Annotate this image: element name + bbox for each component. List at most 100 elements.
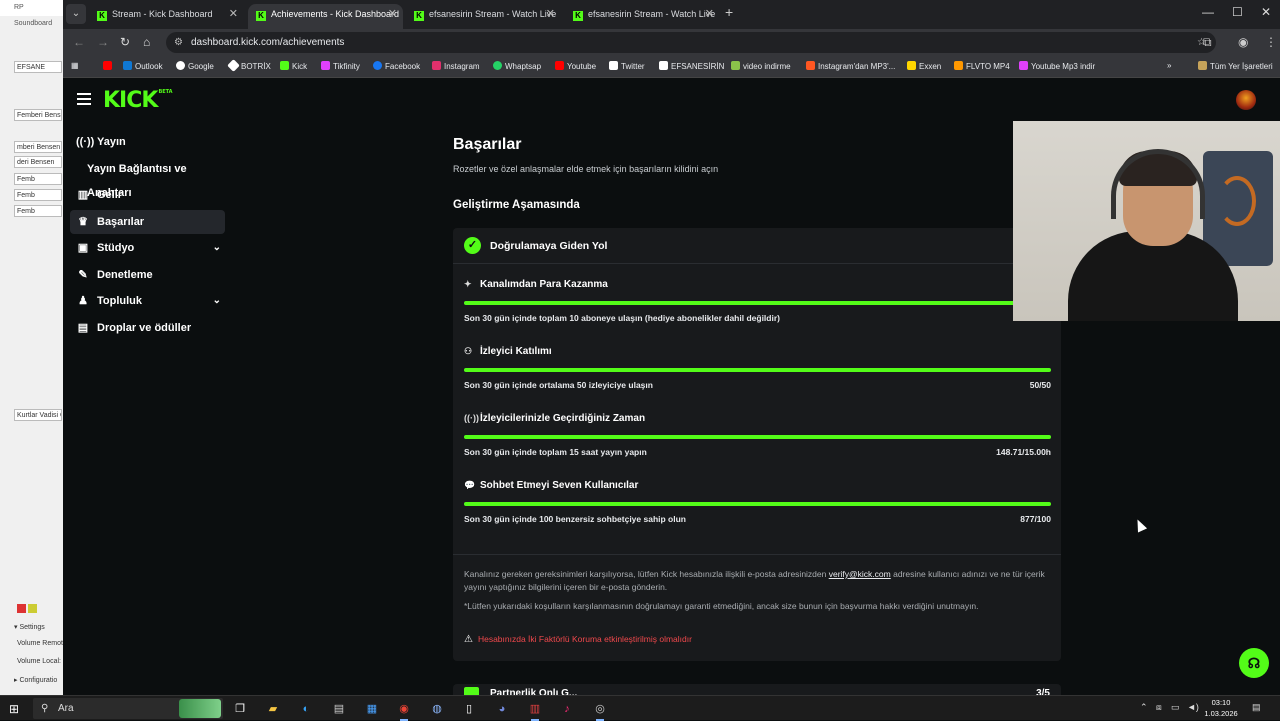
home-icon[interactable]: ⌂ xyxy=(143,35,150,49)
sidebar-item-denetleme[interactable]: ✎ Denetleme xyxy=(70,263,225,287)
edge-icon[interactable]: ◐ xyxy=(297,700,315,718)
avatar[interactable] xyxy=(1236,90,1256,110)
divider xyxy=(453,554,1061,555)
store-icon[interactable]: ▦ xyxy=(363,700,381,718)
network-icon[interactable]: ⧈ xyxy=(1156,702,1162,713)
bookmark-item[interactable]: Kick xyxy=(280,61,307,71)
tab-achievements[interactable]: K Achievements - Kick Dashboard ✕ xyxy=(248,4,403,29)
verify-email-link[interactable]: verify@kick.com xyxy=(829,569,891,579)
volume-icon[interactable]: ◄) xyxy=(1187,702,1199,712)
bookmark-item[interactable]: EFSANESİRİN xyxy=(659,61,724,71)
bookmark-item[interactable]: Youtube xyxy=(555,61,596,71)
shirt-dragon-print xyxy=(1218,176,1256,226)
all-bookmarks-folder[interactable]: Tüm Yer İşaretleri xyxy=(1198,61,1273,71)
progress-bar xyxy=(464,368,1051,372)
bookmark-item[interactable]: FLVTO MP4 xyxy=(954,61,1010,71)
bookmark-item[interactable] xyxy=(103,61,115,71)
tab-stream-dashboard[interactable]: K Stream - Kick Dashboard ✕ xyxy=(89,4,244,29)
tab-watch-live[interactable]: Kefsanesirin Stream - Watch Live ✕ xyxy=(565,4,720,29)
sidebar-item-basarilar[interactable]: ♛ Başarılar xyxy=(70,210,225,234)
obs-icon[interactable]: ◎ xyxy=(591,700,609,721)
kick-logo[interactable]: KICKBETA xyxy=(103,88,173,113)
bookmark-item[interactable]: Youtube Mp3 indir xyxy=(1019,61,1095,71)
volume-local-label: Volume Local: xyxy=(17,658,61,665)
achievement-item: 💬 Sohbet Etmeyi Seven Kullanıcılar Son 30… xyxy=(464,480,1051,540)
address-bar[interactable]: ⚙ dashboard.kick.com/achievements ☆ xyxy=(166,32,1216,53)
notepad-icon[interactable]: ▯ xyxy=(460,700,478,718)
chrome-icon[interactable]: ◉ xyxy=(395,700,413,721)
bookmark-item[interactable]: Facebook xyxy=(373,61,420,71)
sound-button[interactable]: Femb xyxy=(14,189,62,201)
sidebar-item-gelir[interactable]: ▥ Gelir xyxy=(70,183,225,207)
file-explorer-icon[interactable]: ▰ xyxy=(264,700,282,718)
card-header[interactable]: ✓ Doğrulamaya Giden Yol xyxy=(453,228,1061,264)
more-bookmarks-icon[interactable]: » xyxy=(1167,61,1171,70)
soundboard-app-icon[interactable]: ▥ xyxy=(526,700,544,721)
apps-grid-icon[interactable]: ▦ xyxy=(71,61,79,70)
menu-dots-icon[interactable]: ⋮ xyxy=(1265,35,1277,49)
bookmark-item[interactable]: video indirme xyxy=(731,61,791,71)
close-tab-icon[interactable]: ✕ xyxy=(546,4,555,25)
close-tab-icon[interactable]: ✕ xyxy=(705,4,714,25)
sidebar-item-stream-key[interactable]: Yayın Bağlantısı ve Anahtarı xyxy=(70,157,225,199)
bookmark-item[interactable]: Outlook xyxy=(123,61,163,71)
soundboard-title: RP Soundboard xyxy=(0,0,63,27)
profile-icon[interactable]: ◉ xyxy=(1238,35,1248,49)
back-arrow-icon[interactable]: ← xyxy=(73,35,85,49)
sound-button[interactable]: EFSANE xyxy=(14,61,62,73)
bookmark-item[interactable]: Google xyxy=(176,61,214,71)
sound-button[interactable]: Femb xyxy=(14,205,62,217)
stop-button[interactable] xyxy=(17,604,37,615)
task-view-icon[interactable]: ❐ xyxy=(231,700,249,718)
achievement-value: 148.71/15.00h xyxy=(996,447,1051,457)
windows-start-icon[interactable]: ⊞ xyxy=(9,702,19,716)
taskbar-search[interactable]: ⚲ Ara xyxy=(33,698,223,719)
bookmark-item[interactable]: Instagram xyxy=(432,61,480,71)
notification-icon[interactable]: ▤ xyxy=(1252,702,1261,713)
sidebar-item-topluluk[interactable]: ♟ Topluluk ⌄ xyxy=(70,289,225,313)
card-title: Doğrulamaya Giden Yol xyxy=(490,240,608,252)
close-tab-icon[interactable]: ✕ xyxy=(229,4,238,25)
sidebar-item-studyo[interactable]: ▣ Stüdyo ⌄ xyxy=(70,236,225,260)
tab-watch-live[interactable]: Kefsanesirin Stream - Watch Live ✕ xyxy=(406,4,561,29)
section-title: Geliştirme Aşamasında xyxy=(453,199,580,211)
app-icon[interactable]: ▤ xyxy=(330,700,348,718)
close-window-button[interactable]: ✕ xyxy=(1261,5,1271,19)
tiktok-icon[interactable]: ♪ xyxy=(558,700,576,718)
sidebar-item-droplar[interactable]: ▤ Droplar ve ödüller xyxy=(70,316,225,340)
configuration-label[interactable]: ▸ Configuratio xyxy=(14,676,57,684)
bookmark-item[interactable]: Whaptsap xyxy=(493,61,541,71)
bookmark-item[interactable]: BOTRİX xyxy=(227,59,271,72)
extensions-icon[interactable]: ⧉ xyxy=(1203,35,1212,50)
maximize-button[interactable]: ☐ xyxy=(1232,5,1243,19)
settings-label[interactable]: ▾ Settings xyxy=(14,623,45,631)
browser-icon[interactable]: ◍ xyxy=(428,700,446,718)
tab-search-button[interactable]: ⌄ xyxy=(66,4,86,24)
achievement-desc: Son 30 gün içinde toplam 15 saat yayın y… xyxy=(464,447,647,457)
bookmark-item[interactable]: Tikfinity xyxy=(321,61,360,71)
tray-chevron-icon[interactable]: ⌃ xyxy=(1140,702,1148,713)
reload-icon[interactable]: ↻ xyxy=(120,35,130,49)
forward-arrow-icon[interactable]: → xyxy=(97,35,109,49)
bookmark-item[interactable]: Instagram'dan MP3'... xyxy=(806,61,895,71)
disclaimer-note: *Lütfen yukarıdaki koşulların karşılanma… xyxy=(464,601,979,611)
bookmark-item[interactable]: Twitter xyxy=(609,61,645,71)
sound-button[interactable]: deri Bensen xyxy=(14,156,62,168)
site-info-icon[interactable]: ⚙ xyxy=(174,32,183,53)
close-tab-icon[interactable]: ✕ xyxy=(388,4,397,25)
wifi-icon[interactable]: ▭ xyxy=(1171,702,1180,713)
two-factor-warning: ⚠ Hesabınızda İki Faktörlü Koruma etkinle… xyxy=(464,634,692,645)
hamburger-menu-icon[interactable] xyxy=(77,93,91,108)
achievement-desc: Son 30 gün içinde toplam 10 aboneye ulaş… xyxy=(464,313,780,323)
minimize-button[interactable]: — xyxy=(1202,5,1214,19)
bookmark-item[interactable]: Exxen xyxy=(907,61,941,71)
sound-button[interactable]: Femb xyxy=(14,173,62,185)
support-chat-button[interactable]: ☊ xyxy=(1239,648,1269,678)
discord-icon[interactable]: ◕ xyxy=(493,700,511,718)
sound-button[interactable]: Kurtlar Vadisi G xyxy=(14,409,62,421)
taskbar-clock[interactable]: 03:10 1.03.2026 xyxy=(1201,697,1241,719)
new-tab-button[interactable]: + xyxy=(725,4,733,20)
sound-button[interactable]: mberi Bensen xyxy=(14,141,62,153)
sound-button[interactable]: Femberi Bense xyxy=(14,109,62,121)
sidebar-item-yayin[interactable]: ((·)) Yayın xyxy=(70,130,225,154)
